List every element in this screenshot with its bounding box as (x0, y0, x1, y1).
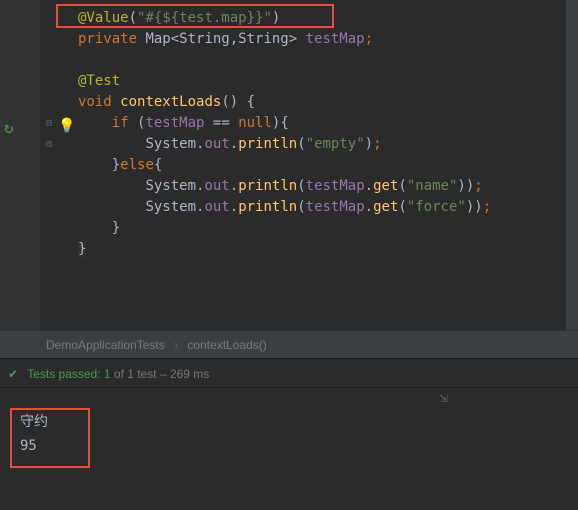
breadcrumb-class[interactable]: DemoApplicationTests (40, 338, 171, 352)
scrollbar[interactable] (566, 0, 578, 330)
code-content[interactable]: @Value("#{${test.map}}") private Map<Str… (58, 0, 578, 330)
tests-passed-label: Tests passed: (27, 367, 100, 381)
fold-toggle-icon[interactable]: ⊟ (40, 113, 58, 134)
test-status-bar: ✔ Tests passed: 1 of 1 test – 269 ms (0, 358, 578, 388)
breadcrumb-method[interactable]: contextLoads() (181, 338, 272, 352)
breadcrumb: DemoApplicationTests › contextLoads() (0, 330, 578, 358)
code-editor[interactable]: ↻ ⊟ ⊟ 💡 @Value("#{${test.map}}") private… (0, 0, 578, 330)
string-literal: "#{${test.map}}" (137, 10, 272, 26)
annotation: @Value (78, 10, 129, 26)
console-line: 守约 (14, 410, 578, 434)
gutter: ↻ (0, 0, 40, 330)
method-name: contextLoads (120, 94, 221, 110)
check-icon: ✔ (8, 367, 18, 381)
fold-column: ⊟ ⊟ (40, 0, 58, 330)
console-output[interactable]: ⇲ 守约 95 (0, 388, 578, 510)
tests-total: of 1 test – 269 ms (114, 367, 209, 381)
run-arrow-icon[interactable]: ↻ (4, 118, 14, 137)
fold-toggle-icon[interactable]: ⊟ (40, 134, 58, 155)
tests-passed-count: 1 (104, 367, 114, 381)
annotation: @Test (78, 73, 120, 89)
console-line: 95 (14, 434, 578, 458)
chevron-right-icon: › (174, 338, 178, 352)
filter-icon[interactable]: ⇲ (440, 390, 448, 406)
